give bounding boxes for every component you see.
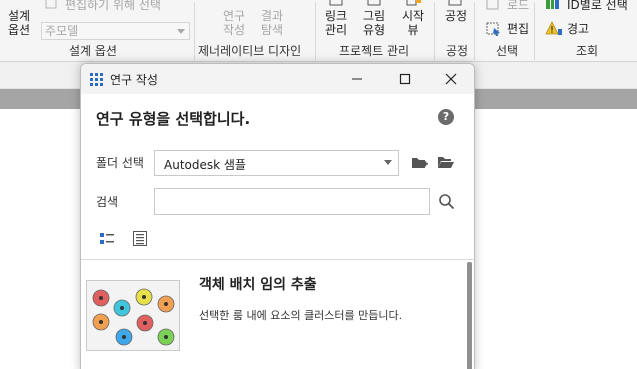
group-separator [315, 2, 316, 60]
circle-yellow [135, 288, 153, 306]
random-placement-image [92, 288, 175, 346]
folder-label: 폴더 선택 [96, 156, 144, 170]
starting-view-label-1: 시작 [402, 9, 425, 23]
main-model-value: 주모델 [45, 24, 79, 38]
dialog-heading: 연구 유형을 선택합니다. [96, 110, 251, 128]
maximize-icon [399, 73, 411, 85]
load-icon [486, 0, 499, 10]
ribbon: 설계 옵션 편집하기 위해 선택 주모델 설계 옵션 연구 작성 결과 탐색 제… [0, 0, 637, 62]
warnings-button[interactable]: 경고 [567, 22, 589, 36]
main-model-select[interactable]: 주모델 [41, 22, 190, 40]
grid-icon [90, 73, 103, 86]
circle-red [92, 289, 110, 307]
folder-select-value: Autodesk 샘플 [164, 158, 246, 172]
group-label-design-options: 설계 옵션 [69, 44, 117, 58]
select-by-id-button[interactable]: ID별로 선택 [567, 0, 628, 12]
design-options-button[interactable]: 설계 옵션 [8, 9, 30, 37]
load-button[interactable]: 로드 [507, 0, 529, 12]
maximize-button[interactable] [385, 64, 425, 94]
manage-links-button[interactable]: 링크 관리 [325, 9, 347, 37]
group-label-selection: 선택 [496, 44, 519, 58]
group-separator [434, 2, 435, 60]
study-label-1: 연구 [223, 9, 246, 23]
tile-view-icon[interactable] [100, 232, 114, 245]
manage-links-label-2: 관리 [325, 23, 348, 37]
group-label-inquiry: 조회 [576, 44, 599, 58]
warning-icon [545, 21, 562, 35]
design-options-label-1: 설계 [8, 9, 31, 23]
manage-links-label-1: 링크 [325, 9, 348, 23]
results-label-2: 탐색 [261, 23, 284, 37]
help-icon[interactable]: ? [438, 109, 454, 125]
study-item-title: 객체 배치 임의 추출 [199, 277, 317, 293]
minimize-icon [352, 78, 362, 80]
chevron-down-icon [177, 29, 185, 34]
view-types-icon [367, 0, 381, 6]
circle-orange [92, 313, 110, 331]
minimize-button[interactable] [337, 64, 377, 94]
group-label-generative: 제너레이티브 디자인 [198, 44, 302, 58]
dialog-title: 연구 작성 [110, 73, 158, 87]
design-options-label-2: 옵션 [8, 23, 31, 37]
study-thumbnail [86, 280, 180, 351]
list-divider [81, 259, 474, 260]
starting-view-label-2: 뷰 [407, 23, 419, 37]
search-label: 검색 [96, 195, 119, 209]
manage-links-icon [329, 0, 343, 6]
edit-selection-icon [486, 22, 500, 36]
process-button[interactable]: 공정 [445, 9, 467, 23]
results-label-1: 결과 [261, 9, 284, 23]
starting-view-icon [406, 0, 421, 6]
study-item-description: 선택한 룸 내에 요소의 클러스터를 만듭니다. [199, 309, 403, 322]
group-separator [474, 2, 475, 60]
view-types-button[interactable]: 그림 유형 [363, 9, 385, 37]
circle-blue [115, 328, 133, 346]
view-types-label-2: 유형 [363, 23, 386, 37]
group-separator [194, 2, 195, 60]
close-icon [445, 73, 457, 85]
chevron-down-icon [384, 160, 392, 165]
circle-cyan [113, 299, 131, 317]
new-folder-icon[interactable] [411, 155, 429, 170]
group-separator [534, 2, 535, 60]
starting-view-button[interactable]: 시작 뷰 [402, 9, 424, 37]
edit-link-icon [45, 0, 57, 9]
folder-select[interactable]: Autodesk 샘플 [154, 150, 399, 176]
view-types-label-1: 그림 [363, 9, 386, 23]
open-folder-icon[interactable] [437, 155, 455, 170]
edit-link[interactable]: 편집하기 위해 선택 [65, 0, 161, 12]
search-icon[interactable] [438, 193, 456, 211]
study-button[interactable]: 연구 작성 [223, 9, 245, 37]
select-by-id-icon [546, 0, 559, 9]
circle-green [157, 328, 175, 346]
results-button[interactable]: 결과 탐색 [261, 9, 283, 37]
close-button[interactable] [431, 64, 471, 94]
circle-orange [157, 295, 175, 313]
study-label-2: 작성 [223, 23, 246, 37]
create-study-dialog: 연구 작성 연구 유형을 선택합니다. ? 폴더 선택 Autodesk 샘플 … [80, 63, 475, 369]
search-input[interactable] [154, 188, 430, 215]
group-label-project-manage: 프로젝트 관리 [339, 44, 410, 58]
circle-red [136, 314, 154, 332]
process-icon [448, 0, 462, 6]
scrollbar[interactable] [467, 262, 472, 369]
dialog-titlebar[interactable]: 연구 작성 [81, 64, 474, 94]
list-view-icon[interactable] [133, 231, 147, 246]
edit-selection-button[interactable]: 편집 [507, 22, 529, 36]
group-label-process: 공정 [446, 44, 469, 58]
